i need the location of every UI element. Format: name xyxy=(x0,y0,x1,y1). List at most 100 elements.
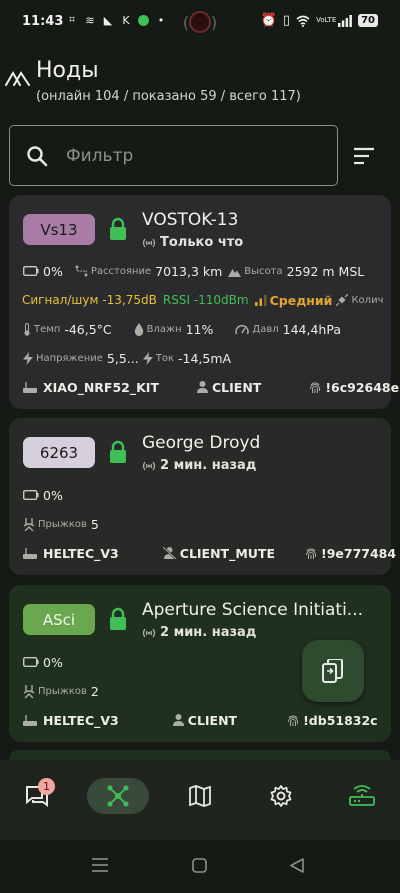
last-seen: 2 мин. назад xyxy=(142,625,256,640)
bottom-navigation: 1 xyxy=(0,760,400,840)
hops-value: 5 xyxy=(90,516,99,532)
back-button[interactable] xyxy=(290,858,304,873)
node-role: CLIENT xyxy=(187,712,238,728)
person-icon xyxy=(196,381,208,393)
fingerprint-icon xyxy=(309,381,321,394)
node-stats-row-1: 0% Расстояние 7013,3 km Высота 2592 m MS… xyxy=(23,262,364,280)
antenna-icon xyxy=(142,460,156,472)
share-contact-button[interactable] xyxy=(302,640,364,702)
humidity-value: 11% xyxy=(185,321,214,337)
rssi-value: RSSI -110dBm xyxy=(162,293,249,307)
node-card[interactable]: 6263 George Droyd 2 мин. назад 0% Прыжко… xyxy=(9,418,396,575)
home-button[interactable] xyxy=(192,858,207,873)
header: Ноды (онлайн 104 / показано 59 / всего 1… xyxy=(0,56,400,112)
node-name: VOSTOK-13 xyxy=(142,210,239,230)
search-icon xyxy=(26,145,48,167)
router-icon xyxy=(23,547,37,559)
home-square-icon xyxy=(192,858,207,873)
nodes-icon xyxy=(107,785,129,807)
map-icon xyxy=(189,785,211,807)
nav-chat[interactable] xyxy=(7,778,67,814)
menu-lines-icon xyxy=(92,858,108,872)
node-hw-row: XIAO_NRF52_KIT CLIENT !6c92648e xyxy=(23,378,399,396)
last-seen-text: Только что xyxy=(160,235,244,250)
signal-icon xyxy=(338,14,352,27)
signal-quality: Средний xyxy=(269,292,333,308)
altitude-label: Высота xyxy=(244,265,283,277)
node-card[interactable]: Vs13 VOSTOK-13 Только что 0% Расстояние … xyxy=(9,195,399,409)
chat-app-icon xyxy=(138,14,149,26)
pressure-value: 144,4hPa xyxy=(282,321,341,337)
voltage-label: Напряжение xyxy=(36,352,103,364)
unread-badge: 1 xyxy=(38,778,55,795)
node-hw-row: HELTEC_V3 CLIENT_MUTE !9e777484 xyxy=(23,544,396,562)
filter-input[interactable]: Фильтр xyxy=(9,125,338,186)
lock-icon xyxy=(108,440,128,464)
node-name: Aperture Science Initiati... xyxy=(142,600,364,620)
camera-cutout: () xyxy=(182,11,218,33)
sort-icon xyxy=(354,147,374,165)
router-icon xyxy=(23,381,37,393)
battery-icon xyxy=(23,657,39,667)
hops-label: Прыжков xyxy=(38,685,87,697)
battery-level: 0% xyxy=(43,487,63,503)
hops-icon xyxy=(23,684,35,698)
altitude-icon xyxy=(228,266,242,277)
lock-icon xyxy=(108,607,128,631)
current-value: -14,5mA xyxy=(178,350,232,366)
last-seen: Только что xyxy=(142,235,243,250)
node-short-name-badge[interactable]: ASci xyxy=(23,604,95,635)
satellite-icon xyxy=(336,294,349,306)
status-right-icons: ⏰ ▯ VoLTE 70 xyxy=(261,13,378,28)
node-short-name-badge[interactable]: 6263 xyxy=(23,437,95,468)
node-stats-row-1: 0% xyxy=(23,653,63,671)
volte-label: VoLTE xyxy=(316,16,337,24)
nav-nodes[interactable] xyxy=(87,778,149,814)
nav-settings[interactable] xyxy=(251,778,311,814)
hardware-model: XIAO_NRF52_KIT xyxy=(43,379,159,395)
node-id: !db51832c xyxy=(303,712,378,728)
node-signal-row: Сигнал/шум -13,75dB RSSI -110dBm Средний… xyxy=(22,291,387,309)
node-id: !6c92648e xyxy=(325,379,400,395)
battery-level: 0% xyxy=(43,263,63,279)
status-bar: 11:43 ⌗ ≋ ◣ K • () ⏰ ▯ VoLTE 70 xyxy=(0,0,400,44)
node-hops-row: Прыжков 5 xyxy=(23,515,99,533)
contact-share-icon xyxy=(322,659,343,683)
antenna-icon xyxy=(142,627,156,639)
node-role: CLIENT_MUTE xyxy=(179,545,275,561)
gauge-icon xyxy=(235,324,250,335)
node-role: CLIENT xyxy=(211,379,262,395)
k-icon: K xyxy=(122,13,130,27)
page-subtitle: (онлайн 104 / показано 59 / всего 117) xyxy=(36,89,301,104)
temperature-label: Темп xyxy=(34,323,61,335)
voltage-icon xyxy=(23,351,33,365)
distance-label: Расстояние xyxy=(90,265,152,277)
grid-icon: ⌗ xyxy=(68,13,76,26)
humidity-icon xyxy=(134,322,144,336)
battery-icon xyxy=(23,266,39,276)
sort-button[interactable] xyxy=(352,144,376,168)
antenna-icon xyxy=(142,237,156,249)
distance-value: 7013,3 km xyxy=(155,263,223,279)
thermometer-icon xyxy=(23,322,31,336)
hops-label: Прыжков xyxy=(38,518,87,530)
node-stats-row-1: 0% xyxy=(23,486,63,504)
node-env-row: Темп -46,5°C Влажн 11% Давл 144,4hPa xyxy=(23,320,341,338)
nav-map[interactable] xyxy=(170,778,230,814)
muted-person-icon xyxy=(162,547,176,559)
hops-icon xyxy=(23,517,35,531)
fingerprint-icon xyxy=(287,714,299,727)
node-short-name-badge[interactable]: Vs13 xyxy=(23,214,95,245)
current-label: Ток xyxy=(155,352,174,364)
nav-connections[interactable] xyxy=(332,778,392,814)
notification-icons: ⌗ ≋ ◣ K • xyxy=(66,13,167,27)
hops-value: 2 xyxy=(90,683,99,699)
battery-indicator: 70 xyxy=(358,14,378,27)
node-power-row: Напряжение 5,5... Ток -14,5mA xyxy=(23,349,231,367)
recents-button[interactable] xyxy=(92,858,108,872)
hardware-model: HELTEC_V3 xyxy=(43,545,119,561)
last-seen-text: 2 мин. назад xyxy=(160,625,257,640)
last-seen-text: 2 мин. назад xyxy=(160,458,257,473)
app-icon: ≋ xyxy=(85,13,95,27)
distance-icon xyxy=(75,265,88,277)
